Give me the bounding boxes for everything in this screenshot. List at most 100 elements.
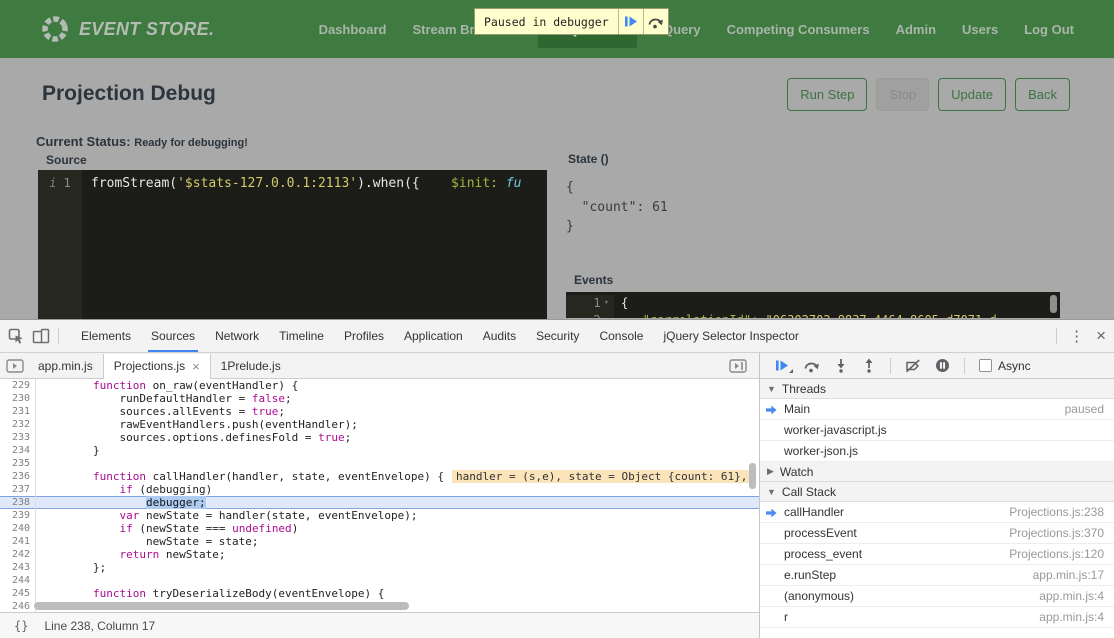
- line-number[interactable]: 242: [0, 548, 36, 561]
- line-number[interactable]: 243: [0, 561, 36, 574]
- state-section-label: State (): [568, 152, 609, 166]
- code-text: var newState = handler(state, eventEnvel…: [36, 509, 418, 522]
- threads-section-header[interactable]: ▼ Threads: [760, 379, 1114, 399]
- devtools-close-icon[interactable]: ×: [1096, 326, 1106, 346]
- thread-name: worker-javascript.js: [784, 423, 887, 437]
- code-line-241: 241 newState = state;: [0, 535, 759, 548]
- source-section-label: Source: [46, 153, 87, 167]
- async-label: Async: [998, 359, 1031, 373]
- line-number[interactable]: 244: [0, 574, 36, 587]
- nav-item-users[interactable]: Users: [962, 22, 998, 37]
- line-number[interactable]: 235: [0, 457, 36, 470]
- thread-worker-javascript-js[interactable]: worker-javascript.js: [760, 420, 1114, 441]
- line-number[interactable]: 245: [0, 587, 36, 600]
- line-number[interactable]: 230: [0, 392, 36, 405]
- stack-frame-process-event[interactable]: process_eventProjections.js:120: [760, 544, 1114, 565]
- horizontal-scrollbar[interactable]: [34, 602, 409, 610]
- line-number[interactable]: 246: [0, 600, 36, 612]
- thread-main[interactable]: Mainpaused: [760, 399, 1114, 420]
- line-number[interactable]: 238: [0, 496, 36, 509]
- source-code-line: fromStream('$stats-127.0.0.1:2113').when…: [82, 170, 522, 319]
- step-over-icon[interactable]: [803, 359, 820, 373]
- line-number[interactable]: 236: [0, 470, 36, 483]
- file-tab-1prelude-js[interactable]: 1Prelude.js: [211, 353, 291, 378]
- code-text: [36, 457, 40, 470]
- frame-function-name: e.runStep: [784, 568, 836, 582]
- code-text: return newState;: [36, 548, 225, 561]
- step-out-icon[interactable]: [862, 358, 876, 373]
- code-text: }: [36, 444, 100, 457]
- thread-worker-json-js[interactable]: worker-json.js: [760, 441, 1114, 462]
- nav-item-competing-consumers[interactable]: Competing Consumers: [727, 22, 870, 37]
- nav-item-admin[interactable]: Admin: [896, 22, 936, 37]
- nav-item-log-out[interactable]: Log Out: [1024, 22, 1074, 37]
- file-tab-app-min-js[interactable]: app.min.js: [28, 353, 103, 378]
- devtools-tab-sources[interactable]: Sources: [141, 320, 205, 352]
- banner-resume-icon[interactable]: [618, 9, 643, 34]
- file-tab-projections-js[interactable]: Projections.js ×: [103, 354, 211, 379]
- line-number[interactable]: 241: [0, 535, 36, 548]
- update-button[interactable]: Update: [938, 78, 1006, 111]
- code-vertical-scrollbar[interactable]: [749, 463, 756, 489]
- divider: [58, 328, 59, 344]
- source-code-editor[interactable]: i 1 fromStream('$stats-127.0.0.1:2113').…: [38, 170, 547, 319]
- call-stack-section-header[interactable]: ▼ Call Stack: [760, 482, 1114, 502]
- devtools-tab-jquery-selector-inspector[interactable]: jQuery Selector Inspector: [653, 320, 808, 352]
- code-line-229: 229 function on_raw(eventHandler) {: [0, 379, 759, 392]
- devtools-tab-application[interactable]: Application: [394, 320, 473, 352]
- inspect-element-icon[interactable]: [8, 328, 24, 344]
- line-number[interactable]: 240: [0, 522, 36, 535]
- line-number[interactable]: 239: [0, 509, 36, 522]
- devtools-tab-console[interactable]: Console: [589, 320, 653, 352]
- resume-script-icon[interactable]: [775, 359, 789, 372]
- stack-frame-anonymous[interactable]: (anonymous)app.min.js:4: [760, 586, 1114, 607]
- devtools-tabs: ElementsSourcesNetworkTimelineProfilesAp…: [71, 320, 809, 352]
- nav-item-dashboard[interactable]: Dashboard: [319, 22, 387, 37]
- close-tab-icon[interactable]: ×: [192, 359, 200, 374]
- stack-frame-e-runstep[interactable]: e.runStepapp.min.js:17: [760, 565, 1114, 586]
- code-text: sources.options.definesFold = true;: [36, 431, 351, 444]
- code-editor[interactable]: 229 function on_raw(eventHandler) {230 r…: [0, 379, 759, 612]
- devtools-menu-icon[interactable]: ⋮: [1069, 327, 1084, 345]
- fold-arrow-icon[interactable]: ▾: [604, 295, 609, 312]
- thread-name: worker-json.js: [784, 444, 858, 458]
- device-toolbar-icon[interactable]: [32, 328, 50, 344]
- watch-title: Watch: [780, 465, 814, 479]
- line-number[interactable]: 234: [0, 444, 36, 457]
- code-text: function tryDeserializeBody(eventEnvelop…: [36, 587, 384, 600]
- divider: [890, 358, 891, 374]
- devtools-tab-network[interactable]: Network: [205, 320, 269, 352]
- run-step-button[interactable]: Run Step: [787, 78, 867, 111]
- toggle-drawer-icon[interactable]: [729, 359, 759, 373]
- line-number[interactable]: 233: [0, 431, 36, 444]
- banner-step-over-icon[interactable]: [643, 9, 668, 34]
- stack-frame-partial[interactable]: [760, 628, 1114, 638]
- brand-logo[interactable]: EVENT STORE.: [40, 14, 214, 44]
- line-number[interactable]: 237: [0, 483, 36, 496]
- stack-frame-processevent[interactable]: processEventProjections.js:370: [760, 523, 1114, 544]
- deactivate-breakpoints-icon[interactable]: [905, 359, 921, 373]
- events-editor[interactable]: 1 ▾ { 2 "correlationId": "06302702-8837-…: [566, 292, 1060, 318]
- code-text: };: [36, 561, 106, 574]
- devtools-tab-audits[interactable]: Audits: [473, 320, 526, 352]
- step-into-icon[interactable]: [834, 358, 848, 373]
- back-button[interactable]: Back: [1015, 78, 1070, 111]
- watch-section-header[interactable]: ▶ Watch: [760, 462, 1114, 482]
- events-scrollbar[interactable]: [1050, 295, 1057, 313]
- devtools-tab-elements[interactable]: Elements: [71, 320, 141, 352]
- pretty-print-icon[interactable]: {}: [14, 619, 28, 633]
- file-tab-label: Projections.js: [114, 359, 185, 373]
- line-number[interactable]: 232: [0, 418, 36, 431]
- stack-frame-r[interactable]: rapp.min.js:4: [760, 607, 1114, 628]
- async-checkbox[interactable]: [979, 359, 992, 372]
- async-toggle[interactable]: Async: [979, 359, 1031, 373]
- line-number[interactable]: 231: [0, 405, 36, 418]
- line-number[interactable]: 229: [0, 379, 36, 392]
- devtools-tab-timeline[interactable]: Timeline: [269, 320, 334, 352]
- devtools-tab-security[interactable]: Security: [526, 320, 589, 352]
- stack-frame-callhandler[interactable]: callHandlerProjections.js:238: [760, 502, 1114, 523]
- devtools-tab-profiles[interactable]: Profiles: [334, 320, 394, 352]
- pause-on-exceptions-icon[interactable]: [935, 358, 950, 373]
- code-line-240: 240 if (newState === undefined): [0, 522, 759, 535]
- show-navigator-icon[interactable]: [6, 359, 24, 373]
